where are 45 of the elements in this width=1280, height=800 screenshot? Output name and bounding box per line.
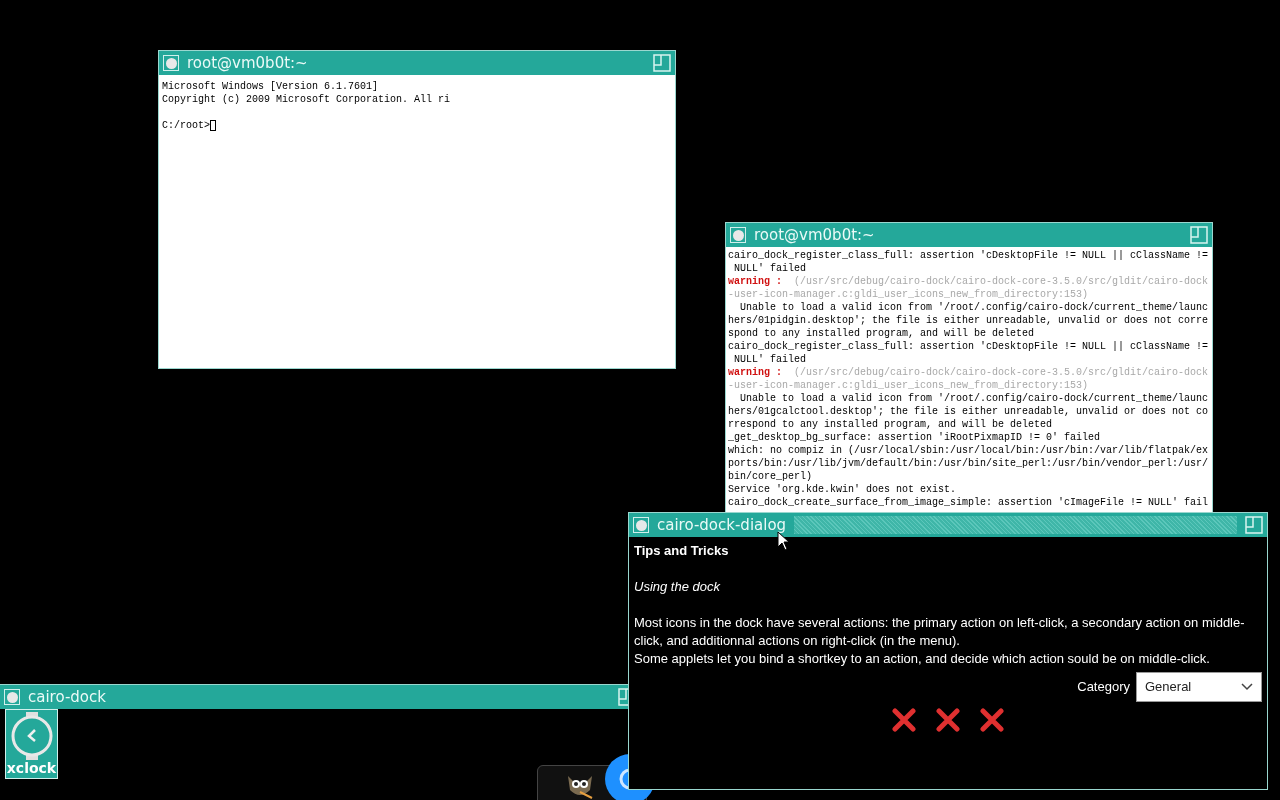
window-menu-icon[interactable]: [163, 55, 179, 71]
category-dropdown[interactable]: General: [1136, 672, 1262, 702]
terminal-line: Copyright (c) 2009 Microsoft Corporation. All ri: [162, 93, 451, 106]
terminal-line: rrespond to any installed program, and will be deleted: [728, 419, 1053, 430]
close-icon[interactable]: [936, 708, 960, 732]
close-icon[interactable]: [892, 708, 916, 732]
terminal-line: hers/01pidgin.desktop'; the file is either unreadable, unvalid or does not corre: [728, 315, 1209, 326]
terminal-line: NULL' failed: [733, 354, 806, 365]
window-menu-icon[interactable]: [730, 227, 746, 243]
terminal-line: Microsoft Windows [Version 6.1.7601]: [162, 80, 379, 93]
window-title: root@vm0b0t:~: [754, 224, 875, 246]
dialog-paragraph: Some applets let you bind a shortkey to an action, and decide which action sould be on middle-click.: [634, 650, 1211, 668]
window-menu-icon[interactable]: [4, 689, 20, 705]
terminal-line: (/usr/src/debug/cairo-dock/cairo-dock-core-3.5.0/src/gldit/cairo-dock: [793, 366, 1209, 379]
window-title: cairo-dock: [28, 686, 106, 708]
terminal-line: hers/01gcalctool.desktop'; the file is either unreadable, unvalid or does not co: [728, 406, 1209, 417]
terminal-line: cairo_dock_create_surface_from_image_simple: assertion 'cImageFile != NULL' fail: [728, 497, 1209, 508]
terminal-line: bin/core_perl): [728, 471, 812, 482]
dialog-paragraph: Most icons in the dock have several actions: the primary action on left-click, a secondary action on middle-click, and additionnal actions on right-click (in the menu).: [634, 614, 1246, 650]
terminal-line: -user-icon-manager.c:gldi_user_icons_new_from_directory:153): [728, 380, 1089, 391]
terminal-line: cairo_dock_register_class_full: assertion 'cDesktopFile != NULL || cClassName !=: [728, 341, 1209, 352]
dialog-subheading: Using the dock: [634, 578, 721, 596]
terminal-line: Unable to load a valid icon from '/root/.config/cairo-dock/current_theme/launc: [739, 302, 1209, 313]
close-icon[interactable]: [980, 708, 1004, 732]
category-label: Category: [1077, 678, 1130, 697]
warning-label: warning :: [728, 275, 782, 288]
terminal-line: ports/bin:/usr/lib/jvm/default/bin:/usr/bin/site_perl:/usr/bin/vendor_perl:/usr/: [728, 458, 1209, 469]
window-title: cairo-dock-dialog: [657, 514, 787, 536]
mouse-pointer-icon: [777, 531, 791, 551]
terminal-line: NULL' failed: [733, 263, 806, 274]
window-title: root@vm0b0t:~: [187, 52, 308, 74]
terminal-line: cairo_dock_register_class_full: assertion 'cDesktopFile != NULL || cClassName !=: [728, 250, 1209, 261]
terminal-line: which: no compiz in (/usr/local/sbin:/usr/local/bin:/usr/bin:/var/lib/flatpak/ex: [728, 445, 1209, 456]
dialog-heading: Tips and Tricks: [634, 542, 730, 560]
terminal-line: -user-icon-manager.c:gldi_user_icons_new_from_directory:153): [728, 289, 1089, 300]
window-menu-icon[interactable]: [633, 517, 649, 533]
terminal-line: _get_desktop_bg_surface: assertion 'iRootPixmapID != 0' failed: [728, 432, 1101, 443]
terminal-line: C:/root>: [162, 119, 210, 132]
chevron-down-icon: [1241, 683, 1253, 691]
warning-label: warning :: [728, 366, 782, 379]
terminal-line: Service 'org.kde.kwin' does not exist.: [728, 484, 957, 495]
cursor-icon: [210, 120, 216, 131]
terminal-line: spond to any installed program, and will be deleted: [728, 328, 1035, 339]
terminal-line: Unable to load a valid icon from '/root/.config/cairo-dock/current_theme/launc: [739, 393, 1209, 404]
terminal-line: (/usr/src/debug/cairo-dock/cairo-dock-core-3.5.0/src/gldit/cairo-dock: [793, 275, 1209, 288]
